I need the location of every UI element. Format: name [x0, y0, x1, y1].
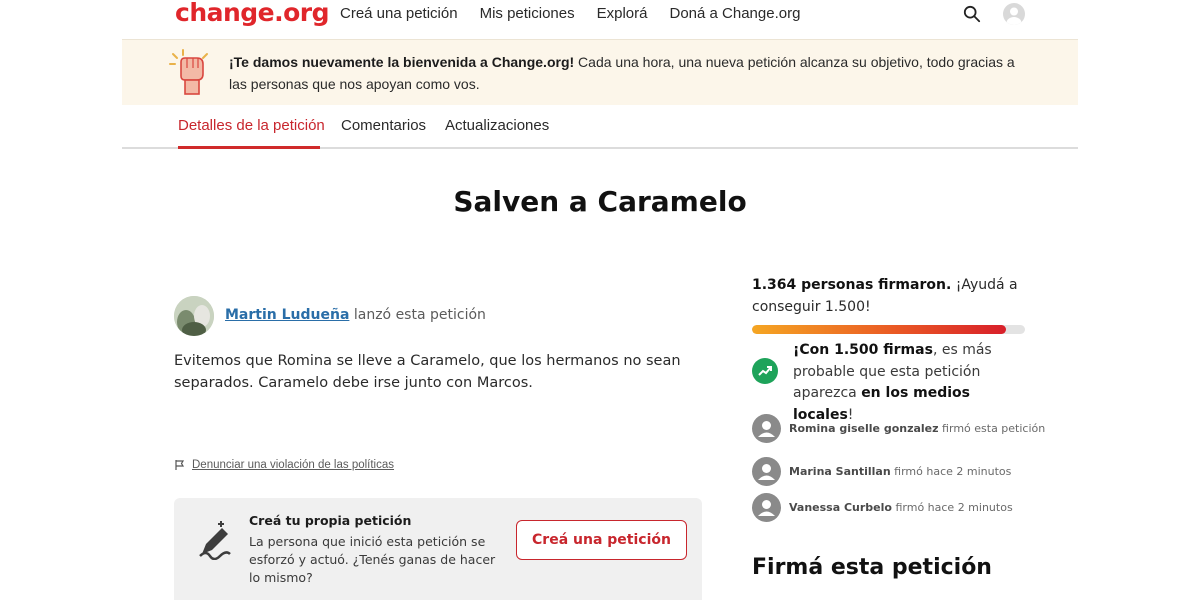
recent-signer: Vanessa Curbelo firmó hace 2 minutos: [752, 493, 1013, 522]
welcome-banner: ¡Te damos nuevamente la bienvenida a Cha…: [122, 39, 1078, 105]
tab-details[interactable]: Detalles de la petición: [178, 117, 325, 134]
signer-info: Marina Santillan firmó hace 2 minutos: [789, 465, 1011, 478]
goal-bold-1: ¡Con 1.500 firmas: [793, 342, 933, 358]
signature-count-bold: 1.364 personas firmaron.: [752, 277, 952, 293]
signer-action: firmó esta petición: [938, 422, 1046, 435]
signer-avatar-icon: [752, 457, 781, 486]
create-title: Creá tu propia petición: [249, 513, 412, 528]
author-avatar[interactable]: [174, 296, 214, 336]
welcome-message: ¡Te damos nuevamente la bienvenida a Cha…: [229, 51, 1029, 95]
progress-fill: [752, 325, 1006, 334]
create-text: La persona que inició esta petición se e…: [249, 534, 496, 585]
signer-name: Romina giselle gonzalez: [789, 422, 939, 435]
sign-petition-heading: Firmá esta petición: [752, 555, 992, 580]
report-link[interactable]: Denunciar una violación de las políticas: [192, 459, 394, 471]
signer-avatar-icon: [752, 414, 781, 443]
petition-description: Evitemos que Romina se lleve a Caramelo,…: [174, 353, 681, 391]
nav-donate[interactable]: Doná a Change.org: [669, 5, 800, 22]
author-name-link[interactable]: Martin Ludueña: [225, 307, 349, 323]
nav-my-petitions[interactable]: Mis peticiones: [480, 5, 575, 22]
top-header: change.org Creá una petición Mis peticio…: [0, 0, 1200, 38]
trending-up-icon: [752, 358, 778, 384]
report-violation[interactable]: Denunciar una violación de las políticas: [174, 459, 394, 471]
recent-signer: Marina Santillan firmó hace 2 minutos: [752, 457, 1011, 486]
pencil-signature-icon: [199, 521, 231, 560]
signer-action: firmó hace 2 minutos: [890, 465, 1012, 478]
signer-avatar-icon: [752, 493, 781, 522]
logo[interactable]: change.org: [175, 0, 330, 27]
nav-explore[interactable]: Explorá: [597, 5, 648, 22]
author-line: Martin Ludueña lanzó esta petición: [225, 307, 486, 323]
petition-tabs: Detalles de la petición Comentarios Actu…: [122, 105, 1078, 149]
user-avatar[interactable]: [1003, 3, 1025, 25]
raised-fist-icon: [169, 49, 208, 95]
signature-count: 1.364 personas firmaron. ¡Ayudá a conseg…: [752, 274, 1032, 318]
tab-comments[interactable]: Comentarios: [341, 117, 426, 134]
create-petition-button[interactable]: Creá una petición: [516, 520, 687, 560]
signer-info: Romina giselle gonzalez firmó esta petic…: [789, 422, 1045, 435]
author-suffix: lanzó esta petición: [349, 307, 486, 323]
active-tab-indicator: [178, 146, 320, 149]
welcome-bold: ¡Te damos nuevamente la bienvenida a Cha…: [229, 54, 575, 70]
main-nav: Creá una petición Mis peticiones Explorá…: [340, 5, 822, 22]
search-icon[interactable]: [963, 5, 981, 23]
signer-action: firmó hace 2 minutos: [891, 501, 1013, 514]
recent-signer: Romina giselle gonzalez firmó esta petic…: [752, 414, 1045, 443]
tab-updates[interactable]: Actualizaciones: [445, 117, 549, 134]
signature-progress-bar: [752, 325, 1025, 334]
signer-name: Marina Santillan: [789, 465, 891, 478]
signer-info: Vanessa Curbelo firmó hace 2 minutos: [789, 501, 1013, 514]
signer-name: Vanessa Curbelo: [789, 501, 892, 514]
create-petition-card: Creá tu propia petición La persona que i…: [174, 498, 702, 600]
flag-icon: [175, 460, 185, 470]
nav-create-petition[interactable]: Creá una petición: [340, 5, 458, 22]
petition-title: Salven a Caramelo: [453, 185, 747, 218]
